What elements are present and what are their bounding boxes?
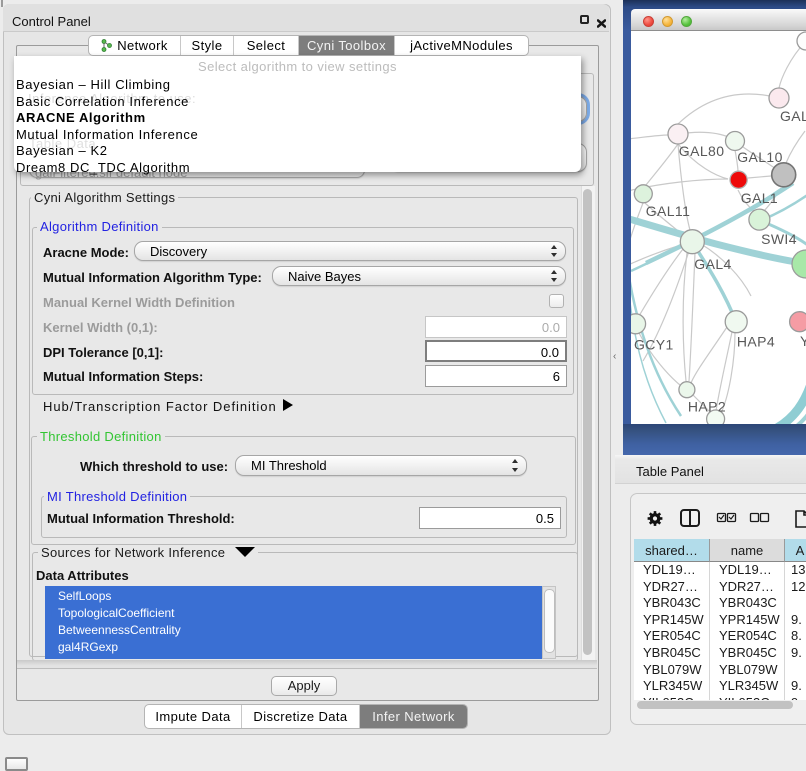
svg-text:GAL4: GAL4: [694, 256, 731, 272]
svg-text:GAL1: GAL1: [741, 190, 778, 206]
svg-text:HAP4: HAP4: [737, 334, 775, 350]
svg-text:SWI4: SWI4: [761, 231, 797, 247]
svg-text:HAP2: HAP2: [688, 399, 726, 415]
svg-text:Y: Y: [800, 333, 806, 349]
svg-text:GAL10: GAL10: [737, 149, 783, 165]
svg-text:GAL7: GAL7: [780, 108, 806, 124]
svg-text:GAL11: GAL11: [646, 203, 691, 219]
svg-text:GCY1: GCY1: [634, 337, 674, 353]
svg-text:GAL80: GAL80: [679, 143, 725, 159]
